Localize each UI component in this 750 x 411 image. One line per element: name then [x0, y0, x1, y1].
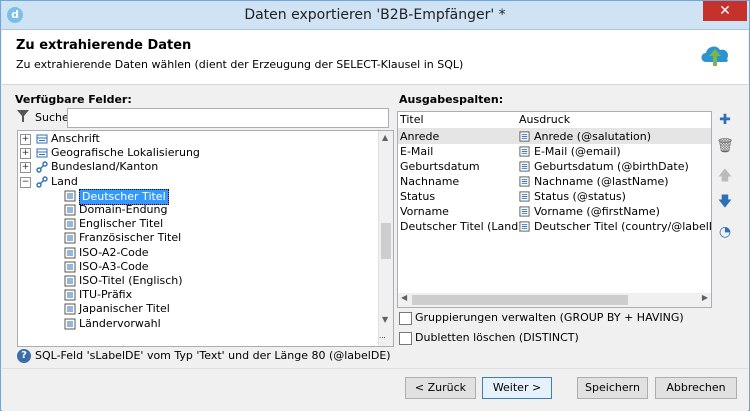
back-button[interactable]: < Zurück: [405, 377, 476, 399]
tree-item-label: ITU-Präfix: [79, 288, 133, 302]
close-button[interactable]: ✕: [703, 1, 747, 21]
title-bar: d Daten exportieren 'B2B-Empfänger' * ✕: [1, 1, 749, 30]
tree-item-label: Englischer Titel: [79, 217, 164, 231]
output-columns-label: Ausgabespalten:: [399, 93, 504, 106]
grid-cell-title: Anrede: [400, 130, 440, 143]
link-icon: [36, 161, 48, 174]
tree-item-label: Japanischer Titel: [79, 302, 170, 316]
more-icon[interactable]: ···: [379, 334, 391, 344]
collapse-icon[interactable]: −: [20, 176, 31, 188]
grid-row[interactable]: Status Status (@status): [398, 189, 711, 204]
tree-item-label: Ländervorwahl: [79, 316, 161, 330]
grid-cell-title: E-Mail: [400, 145, 434, 158]
next-button[interactable]: Weiter >: [482, 377, 552, 399]
add-column-icon[interactable]: ✚: [715, 111, 735, 129]
output-columns-grid[interactable]: Titel Ausdruck ◀ ▶ Anrede Anrede (@saluta…: [397, 111, 712, 308]
tree-vertical-scrollbar[interactable]: ▲ ▼: [378, 131, 393, 346]
grid-header: Titel Ausdruck: [398, 112, 711, 129]
grid-cell-title: Nachname: [400, 175, 460, 188]
tree-item-label: ISO-Titel (Englisch): [79, 274, 183, 287]
link-table-icon: [36, 133, 48, 145]
grid-row[interactable]: Vorname Vorname (@firstName): [398, 204, 711, 219]
window-title: Daten exportieren 'B2B-Empfänger' *: [244, 7, 506, 23]
tree-item-label: Bundesland/Kanton: [51, 160, 159, 174]
tree-item-label: Land: [51, 174, 78, 188]
field-icon: [64, 303, 76, 315]
search-input[interactable]: [67, 108, 389, 128]
grid-cell-expression: Anrede (@salutation): [534, 130, 651, 143]
filter-icon: [17, 110, 29, 122]
field-icon: [64, 247, 76, 259]
grid-cell-expression: Deutscher Titel (country/@labelDE): [534, 220, 712, 233]
tree-item-label: ISO-A2-Code: [79, 245, 149, 259]
scroll-right-icon[interactable]: ▶: [702, 293, 708, 302]
distribution-icon[interactable]: ◔: [715, 223, 735, 241]
header-title: Zu extrahierende Daten: [16, 38, 192, 53]
header-subtitle: Zu extrahierende Daten wählen (dient der…: [16, 58, 464, 71]
scroll-thumb[interactable]: [381, 223, 391, 259]
distinct-label: Dubletten löschen (DISTINCT): [415, 331, 579, 344]
field-icon: [64, 190, 76, 202]
grouping-checkbox[interactable]: [399, 312, 412, 325]
grouping-label: Gruppierungen verwalten (GROUP BY + HAVI…: [415, 311, 684, 324]
grid-row[interactable]: Nachname Nachname (@lastName): [398, 174, 711, 189]
tree-item-label: Anschrift: [51, 132, 100, 145]
field-icon: [64, 232, 76, 244]
move-up-icon[interactable]: 🡅: [715, 167, 735, 185]
cancel-button[interactable]: Abbrechen: [655, 377, 737, 399]
grid-cell-title: Status: [400, 190, 436, 203]
grid-row[interactable]: Geburtsdatum Geburtsdatum (@birthDate): [398, 159, 711, 174]
save-button[interactable]: Speichern: [577, 377, 648, 399]
link-icon: [36, 175, 48, 188]
expand-icon[interactable]: +: [20, 134, 31, 145]
field-icon: [64, 261, 76, 273]
help-icon: ?: [17, 349, 31, 363]
grid-horizontal-scrollbar[interactable]: ◀ ▶: [398, 293, 711, 307]
expand-icon[interactable]: +: [20, 162, 31, 174]
field-icon: [64, 204, 76, 216]
grid-row[interactable]: E-Mail E-Mail (@email): [398, 144, 711, 159]
grid-cell-title: Deutscher Titel (Land): [400, 220, 523, 233]
grid-scroll-thumb[interactable]: [412, 295, 628, 305]
field-icon: [64, 289, 76, 301]
tree-item-label: Domain-Endung: [79, 203, 168, 216]
move-down-icon[interactable]: 🡇: [715, 193, 735, 211]
field-tree[interactable]: ▲ ▼ ··· + Anschrift + Geografische Lokalisi…: [17, 130, 394, 347]
expand-icon[interactable]: +: [20, 148, 31, 160]
tree-item-label: ISO-A3-Code: [79, 259, 149, 273]
distinct-checkbox[interactable]: [399, 332, 412, 345]
grid-cell-expression: E-Mail (@email): [534, 145, 621, 158]
dialog-header: Zu extrahierende Daten Zu extrahierende …: [2, 30, 748, 85]
tree-item-label: Französischer Titel: [79, 231, 182, 245]
column-header-title[interactable]: Titel: [400, 113, 424, 126]
grid-cell-title: Vorname: [400, 205, 449, 218]
scroll-down-icon[interactable]: ▼: [382, 315, 388, 324]
field-icon: [64, 318, 76, 330]
field-icon: [64, 218, 76, 230]
available-fields-label: Verfügbare Felder:: [15, 93, 132, 106]
column-header-expression[interactable]: Ausdruck: [519, 113, 570, 126]
cloud-upload-icon: [701, 46, 729, 66]
scroll-up-icon[interactable]: ▲: [382, 133, 388, 142]
grid-cell-expression: Geburtsdatum (@birthDate): [534, 160, 689, 173]
grid-cell-expression: Vorname (@firstName): [534, 205, 660, 218]
tree-item-label: Geografische Lokalisierung: [51, 146, 200, 160]
grid-row[interactable]: Anrede Anrede (@salutation): [398, 129, 711, 144]
grid-cell-expression: Nachname (@lastName): [534, 175, 669, 188]
grid-cell-expression: Status (@status): [534, 190, 626, 203]
button-bar: < Zurück Weiter > Speichern Abbrechen: [2, 368, 748, 411]
field-icon: [64, 275, 76, 287]
scroll-left-icon[interactable]: ◀: [401, 293, 407, 302]
field-icon: [519, 221, 530, 236]
link-table-icon: [36, 147, 48, 159]
grid-row[interactable]: Deutscher Titel (Land) Deutscher Titel (c…: [398, 219, 711, 234]
delete-icon[interactable]: 🗑: [715, 137, 735, 155]
grid-cell-title: Geburtsdatum: [400, 160, 480, 173]
export-dialog: d Daten exportieren 'B2B-Empfänger' * ✕ …: [0, 0, 750, 411]
field-info-text: SQL-Feld 'sLabelDE' vom Typ 'Text' und d…: [35, 349, 391, 362]
